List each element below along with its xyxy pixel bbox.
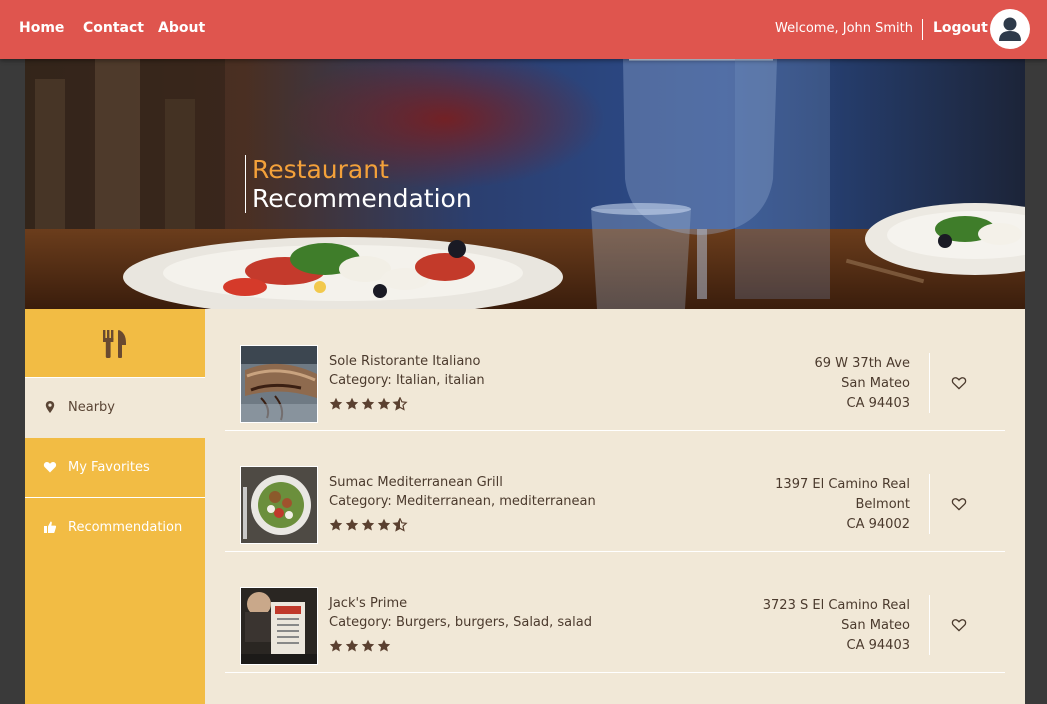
fork-knife-icon <box>103 330 126 358</box>
sidebar-item-nearby[interactable]: Nearby <box>25 378 205 438</box>
sidebar-header <box>25 309 205 378</box>
address-zip: CA 94002 <box>846 517 910 532</box>
star-icon <box>345 639 359 652</box>
map-marker-icon <box>45 401 55 413</box>
hero-image <box>25 59 1025 309</box>
restaurant-row[interactable]: Sumac Mediterranean Grill Category: Medi… <box>225 430 1005 552</box>
nav-home-link[interactable]: Home <box>19 20 64 36</box>
sidebar-item-label: Recommendation <box>68 520 183 535</box>
address-street: 1397 El Camino Real <box>775 477 910 492</box>
restaurant-photo <box>241 467 317 543</box>
heart-outline-icon[interactable] <box>951 618 967 632</box>
star-icon <box>377 397 391 410</box>
address-zip: CA 94403 <box>846 638 910 653</box>
sidebar-item-label: Nearby <box>68 400 115 415</box>
user-icon <box>999 17 1021 41</box>
address-zip: CA 94403 <box>846 396 910 411</box>
restaurant-address: 69 W 37th Ave San Mateo CA 94403 <box>815 354 911 414</box>
restaurant-thumbnail[interactable] <box>240 587 318 665</box>
star-icon <box>329 397 343 410</box>
star-icon <box>329 639 343 652</box>
star-half-icon <box>392 518 408 532</box>
hero-title-line1: Restaurant <box>252 155 389 184</box>
hero-banner: Restaurant Recommendation <box>25 59 1025 309</box>
star-icon <box>361 397 375 410</box>
address-street: 3723 S El Camino Real <box>762 598 910 613</box>
hero-title-line2: Recommendation <box>252 184 472 213</box>
star-icon <box>329 518 343 531</box>
address-city: Belmont <box>855 497 910 512</box>
sidebar-item-label: My Favorites <box>68 460 150 475</box>
restaurant-address: 1397 El Camino Real Belmont CA 94002 <box>775 475 910 535</box>
row-divider <box>929 595 930 655</box>
restaurant-thumbnail[interactable] <box>240 466 318 544</box>
address-city: San Mateo <box>841 376 910 391</box>
star-rating <box>329 518 409 532</box>
restaurant-name[interactable]: Jack's Prime <box>329 596 407 611</box>
heart-outline-icon[interactable] <box>951 497 967 511</box>
address-street: 69 W 37th Ave <box>814 356 911 371</box>
restaurant-category: Category: Burgers, burgers, Salad, salad <box>329 615 592 630</box>
restaurant-row[interactable]: Jack's Prime Category: Burgers, burgers,… <box>225 551 1005 673</box>
welcome-text: Welcome, John Smith <box>775 21 913 36</box>
star-half-icon <box>392 397 408 411</box>
sidebar: Nearby My Favorites Recommendation <box>25 309 205 704</box>
address-city: San Mateo <box>841 618 910 633</box>
star-icon <box>361 639 375 652</box>
restaurant-name[interactable]: Sumac Mediterranean Grill <box>329 475 503 490</box>
restaurant-category: Category: Mediterranean, mediterranean <box>329 494 596 509</box>
nav-divider <box>922 19 923 40</box>
restaurant-thumbnail[interactable] <box>240 345 318 423</box>
star-rating <box>329 397 409 411</box>
heart-outline-icon[interactable] <box>951 376 967 390</box>
hero-title: Restaurant Recommendation <box>245 155 472 213</box>
restaurant-address: 3723 S El Camino Real San Mateo CA 94403 <box>763 596 910 656</box>
star-rating <box>329 639 393 653</box>
sidebar-item-my-favorites[interactable]: My Favorites <box>25 438 205 498</box>
restaurant-row[interactable]: Sole Ristorante Italiano Category: Itali… <box>225 309 1005 431</box>
page-container: Restaurant Recommendation Nearby My Favo… <box>25 59 1025 704</box>
top-nav-bar: Home Contact About Welcome, John Smith L… <box>0 0 1047 59</box>
nav-contact-link[interactable]: Contact <box>83 20 144 36</box>
thumbs-up-icon <box>44 521 57 533</box>
star-icon <box>345 518 359 531</box>
star-icon <box>377 639 391 652</box>
sidebar-item-recommendation[interactable]: Recommendation <box>25 498 205 558</box>
star-icon <box>361 518 375 531</box>
user-avatar[interactable] <box>990 9 1030 49</box>
star-icon <box>377 518 391 531</box>
restaurant-category: Category: Italian, italian <box>329 373 485 388</box>
row-divider <box>929 474 930 534</box>
restaurant-photo <box>241 346 317 422</box>
restaurant-photo <box>241 588 317 664</box>
nav-about-link[interactable]: About <box>158 20 205 36</box>
row-divider <box>929 353 930 413</box>
heart-icon <box>43 462 57 473</box>
star-icon <box>345 397 359 410</box>
restaurant-list: Sole Ristorante Italiano Category: Itali… <box>225 309 1005 704</box>
restaurant-name[interactable]: Sole Ristorante Italiano <box>329 354 480 369</box>
logout-link[interactable]: Logout <box>933 20 988 36</box>
